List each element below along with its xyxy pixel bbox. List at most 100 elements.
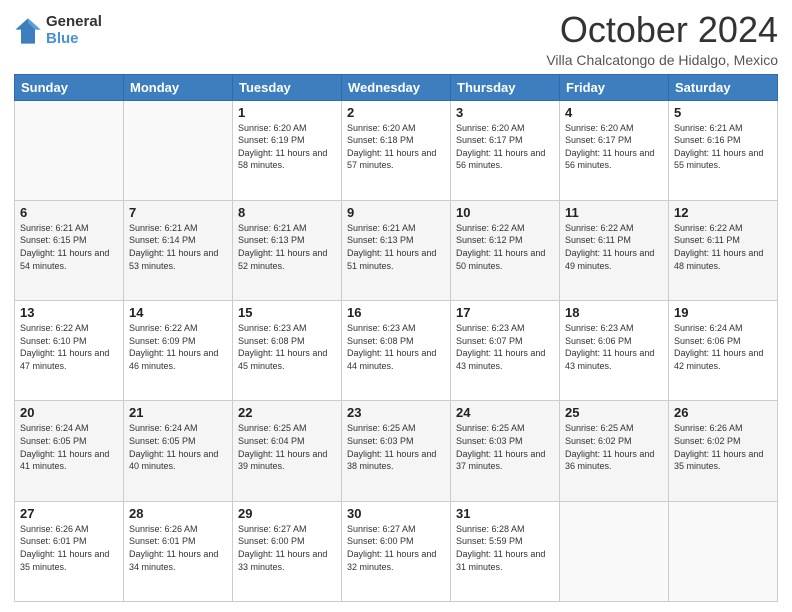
calendar-cell: 17 Sunrise: 6:23 AMSunset: 6:07 PMDayligh… [451, 301, 560, 401]
day-info: Sunrise: 6:20 AMSunset: 6:17 PMDaylight:… [456, 122, 554, 172]
calendar-cell: 16 Sunrise: 6:23 AMSunset: 6:08 PMDayligh… [342, 301, 451, 401]
calendar-cell: 11 Sunrise: 6:22 AMSunset: 6:11 PMDayligh… [560, 200, 669, 300]
day-info: Sunrise: 6:22 AMSunset: 6:09 PMDaylight:… [129, 322, 227, 372]
day-info: Sunrise: 6:27 AMSunset: 6:00 PMDaylight:… [238, 523, 336, 573]
day-header-wednesday: Wednesday [342, 74, 451, 100]
calendar-cell [124, 100, 233, 200]
day-number: 23 [347, 405, 445, 420]
day-info: Sunrise: 6:26 AMSunset: 6:01 PMDaylight:… [129, 523, 227, 573]
calendar-cell: 13 Sunrise: 6:22 AMSunset: 6:10 PMDayligh… [15, 301, 124, 401]
calendar-cell: 25Sunrise: 6:25 AMSunset: 6:02 PMDayligh… [560, 401, 669, 501]
day-info: Sunrise: 6:25 AMSunset: 6:03 PMDaylight:… [456, 422, 554, 472]
day-info: Sunrise: 6:26 AMSunset: 6:01 PMDaylight:… [20, 523, 118, 573]
day-header-sunday: Sunday [15, 74, 124, 100]
day-number: 18 [565, 305, 663, 320]
day-info: Sunrise: 6:20 AMSunset: 6:19 PMDaylight:… [238, 122, 336, 172]
calendar-cell: 26Sunrise: 6:26 AMSunset: 6:02 PMDayligh… [669, 401, 778, 501]
day-number: 15 [238, 305, 336, 320]
page: General Blue October 2024 Villa Chalcato… [0, 0, 792, 612]
logo-text: General Blue [46, 14, 102, 47]
day-info: Sunrise: 6:20 AMSunset: 6:17 PMDaylight:… [565, 122, 663, 172]
calendar-cell: 10 Sunrise: 6:22 AMSunset: 6:12 PMDayligh… [451, 200, 560, 300]
calendar-cell: 30Sunrise: 6:27 AMSunset: 6:00 PMDayligh… [342, 501, 451, 601]
calendar-cell: 12Sunrise: 6:22 AMSunset: 6:11 PMDayligh… [669, 200, 778, 300]
header: General Blue October 2024 Villa Chalcato… [14, 10, 778, 68]
day-number: 2 [347, 105, 445, 120]
day-number: 13 [20, 305, 118, 320]
day-header-monday: Monday [124, 74, 233, 100]
calendar-cell: 3 Sunrise: 6:20 AMSunset: 6:17 PMDaylight… [451, 100, 560, 200]
week-row-5: 27 Sunrise: 6:26 AMSunset: 6:01 PMDayligh… [15, 501, 778, 601]
day-number: 9 [347, 205, 445, 220]
day-info: Sunrise: 6:24 AMSunset: 6:05 PMDaylight:… [129, 422, 227, 472]
day-info: Sunrise: 6:22 AMSunset: 6:12 PMDaylight:… [456, 222, 554, 272]
day-info: Sunrise: 6:23 AMSunset: 6:08 PMDaylight:… [347, 322, 445, 372]
calendar-cell: 21 Sunrise: 6:24 AMSunset: 6:05 PMDayligh… [124, 401, 233, 501]
day-number: 19 [674, 305, 772, 320]
calendar-cell: 22 Sunrise: 6:25 AMSunset: 6:04 PMDayligh… [233, 401, 342, 501]
day-number: 1 [238, 105, 336, 120]
day-info: Sunrise: 6:25 AMSunset: 6:02 PMDaylight:… [565, 422, 663, 472]
day-info: Sunrise: 6:20 AMSunset: 6:18 PMDaylight:… [347, 122, 445, 172]
week-row-1: 1 Sunrise: 6:20 AMSunset: 6:19 PMDaylight… [15, 100, 778, 200]
day-header-saturday: Saturday [669, 74, 778, 100]
day-number: 8 [238, 205, 336, 220]
day-info: Sunrise: 6:25 AMSunset: 6:03 PMDaylight:… [347, 422, 445, 472]
day-number: 11 [565, 205, 663, 220]
day-header-friday: Friday [560, 74, 669, 100]
day-number: 28 [129, 506, 227, 521]
day-info: Sunrise: 6:23 AMSunset: 6:06 PMDaylight:… [565, 322, 663, 372]
day-number: 30 [347, 506, 445, 521]
day-number: 3 [456, 105, 554, 120]
calendar-cell [560, 501, 669, 601]
day-info: Sunrise: 6:22 AMSunset: 6:11 PMDaylight:… [565, 222, 663, 272]
day-info: Sunrise: 6:23 AMSunset: 6:07 PMDaylight:… [456, 322, 554, 372]
day-number: 10 [456, 205, 554, 220]
day-number: 7 [129, 205, 227, 220]
logo-icon [14, 17, 42, 45]
day-number: 22 [238, 405, 336, 420]
day-info: Sunrise: 6:21 AMSunset: 6:14 PMDaylight:… [129, 222, 227, 272]
calendar-cell: 28 Sunrise: 6:26 AMSunset: 6:01 PMDayligh… [124, 501, 233, 601]
day-number: 27 [20, 506, 118, 521]
day-number: 31 [456, 506, 554, 521]
day-number: 4 [565, 105, 663, 120]
calendar-table: SundayMondayTuesdayWednesdayThursdayFrid… [14, 74, 778, 602]
day-header-tuesday: Tuesday [233, 74, 342, 100]
calendar-cell: 18 Sunrise: 6:23 AMSunset: 6:06 PMDayligh… [560, 301, 669, 401]
logo-general: General [46, 14, 102, 31]
day-info: Sunrise: 6:28 AMSunset: 5:59 PMDaylight:… [456, 523, 554, 573]
header-row: SundayMondayTuesdayWednesdayThursdayFrid… [15, 74, 778, 100]
calendar-cell: 5Sunrise: 6:21 AMSunset: 6:16 PMDaylight… [669, 100, 778, 200]
day-info: Sunrise: 6:21 AMSunset: 6:13 PMDaylight:… [347, 222, 445, 272]
day-info: Sunrise: 6:24 AMSunset: 6:05 PMDaylight:… [20, 422, 118, 472]
calendar-cell: 6Sunrise: 6:21 AMSunset: 6:15 PMDaylight… [15, 200, 124, 300]
logo-blue: Blue [46, 31, 102, 48]
day-number: 29 [238, 506, 336, 521]
calendar-cell: 7 Sunrise: 6:21 AMSunset: 6:14 PMDaylight… [124, 200, 233, 300]
subtitle: Villa Chalcatongo de Hidalgo, Mexico [546, 52, 778, 68]
week-row-4: 20Sunrise: 6:24 AMSunset: 6:05 PMDayligh… [15, 401, 778, 501]
calendar-cell: 15Sunrise: 6:23 AMSunset: 6:08 PMDayligh… [233, 301, 342, 401]
day-number: 21 [129, 405, 227, 420]
calendar-cell [669, 501, 778, 601]
calendar-cell: 31 Sunrise: 6:28 AMSunset: 5:59 PMDayligh… [451, 501, 560, 601]
week-row-3: 13 Sunrise: 6:22 AMSunset: 6:10 PMDayligh… [15, 301, 778, 401]
calendar-cell: 27 Sunrise: 6:26 AMSunset: 6:01 PMDayligh… [15, 501, 124, 601]
calendar-cell: 2 Sunrise: 6:20 AMSunset: 6:18 PMDaylight… [342, 100, 451, 200]
day-info: Sunrise: 6:22 AMSunset: 6:11 PMDaylight:… [674, 222, 772, 272]
day-info: Sunrise: 6:21 AMSunset: 6:13 PMDaylight:… [238, 222, 336, 272]
calendar-cell: 29 Sunrise: 6:27 AMSunset: 6:00 PMDayligh… [233, 501, 342, 601]
day-info: Sunrise: 6:21 AMSunset: 6:15 PMDaylight:… [20, 222, 118, 272]
day-info: Sunrise: 6:25 AMSunset: 6:04 PMDaylight:… [238, 422, 336, 472]
calendar-cell: 23 Sunrise: 6:25 AMSunset: 6:03 PMDayligh… [342, 401, 451, 501]
day-info: Sunrise: 6:22 AMSunset: 6:10 PMDaylight:… [20, 322, 118, 372]
calendar-cell: 8 Sunrise: 6:21 AMSunset: 6:13 PMDaylight… [233, 200, 342, 300]
day-number: 26 [674, 405, 772, 420]
day-number: 16 [347, 305, 445, 320]
calendar-cell: 1 Sunrise: 6:20 AMSunset: 6:19 PMDaylight… [233, 100, 342, 200]
calendar-cell: 20Sunrise: 6:24 AMSunset: 6:05 PMDayligh… [15, 401, 124, 501]
calendar-cell: 9 Sunrise: 6:21 AMSunset: 6:13 PMDaylight… [342, 200, 451, 300]
day-number: 17 [456, 305, 554, 320]
title-block: October 2024 Villa Chalcatongo de Hidalg… [546, 10, 778, 68]
